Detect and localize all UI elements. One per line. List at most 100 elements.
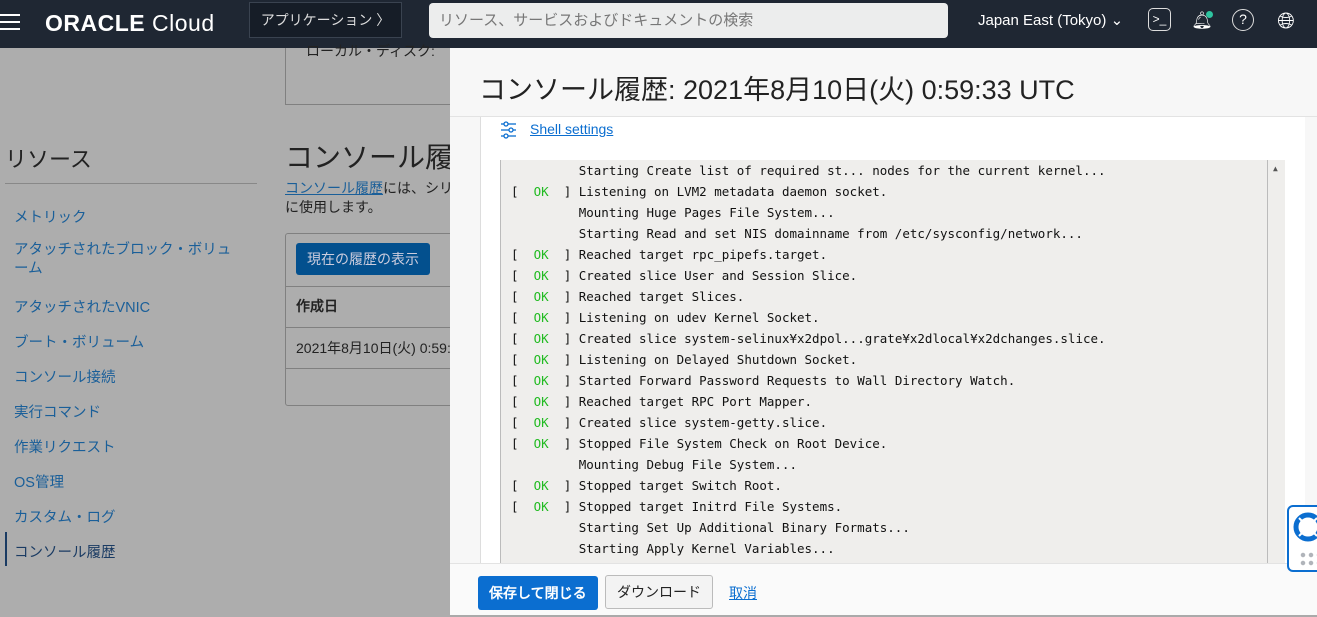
log-line: Mounting Huge Pages File System... [501, 202, 1285, 223]
scrollbar[interactable]: ▲ [1267, 160, 1285, 563]
cloud-shell-icon[interactable]: >_ [1148, 8, 1171, 31]
drag-handle-icon[interactable] [1299, 551, 1317, 567]
bracket: ] [548, 184, 579, 199]
bracket: [ [511, 310, 534, 325]
log-text: Reached target rpc_pipefs.target. [578, 247, 828, 262]
log-text: Listening on Delayed Shutdown Socket. [578, 352, 858, 367]
bracket: ] [548, 394, 579, 409]
nav-run-command[interactable]: 実行コマンド [14, 401, 101, 422]
log-text: Stopped target Initrd File Systems. [578, 499, 843, 514]
log-text: Starting Read and set NIS domainname fro… [578, 226, 1083, 241]
console-output[interactable]: Starting Create list of required st... n… [500, 160, 1285, 563]
nav-metrics[interactable]: メトリック [14, 206, 87, 227]
nav-vnics[interactable]: アタッチされたVNIC [14, 296, 150, 317]
sliders-icon [501, 121, 516, 139]
panel-title: コンソール履歴: 2021年8月10日(火) 0:59:33 UTC [479, 75, 1075, 105]
ok-status: OK [533, 352, 549, 367]
log-text: Starting Set Up Additional Binary Format… [578, 520, 910, 535]
log-line: [ OK ] Listening on udev Kernel Socket. [501, 307, 1285, 328]
chevron-down-icon: ⌄ [1110, 12, 1124, 29]
bracket: ] [548, 415, 579, 430]
bracket: ] [548, 268, 579, 283]
bracket: ] [548, 310, 579, 325]
top-header: ORACLE Cloud アプリケーション 〉 リソース、サービスおよびドキュメ… [0, 0, 1317, 48]
cancel-link[interactable]: 取消 [729, 583, 757, 603]
bracket: [ [511, 184, 534, 199]
region-label: Japan East (Tokyo) [978, 12, 1107, 29]
nav-boot-volume[interactable]: ブート・ボリューム [14, 331, 144, 352]
lifebuoy-icon [1293, 512, 1317, 542]
log-line: [ OK ] Listening on LVM2 metadata daemon… [501, 181, 1285, 202]
search-input[interactable]: リソース、サービスおよびドキュメントの検索 [429, 3, 948, 38]
bracket: ] [548, 373, 579, 388]
ok-status: OK [533, 310, 549, 325]
panel-footer: 保存して閉じる ダウンロード 取消 [450, 563, 1317, 617]
help-icon[interactable]: ? [1232, 9, 1254, 31]
bracket: [ [511, 352, 534, 367]
log-text: Listening on udev Kernel Socket. [578, 310, 820, 325]
ok-status: OK [533, 373, 549, 388]
log-text: Mounting Huge Pages File System... [578, 205, 835, 220]
log-line: [ OK ] Created slice system-getty.slice. [501, 412, 1285, 433]
bracket: ] [548, 352, 579, 367]
log-line: Starting Set Up Additional Binary Format… [501, 517, 1285, 538]
ok-status: OK [533, 415, 549, 430]
show-current-history-button[interactable]: 現在の履歴の表示 [296, 243, 430, 275]
ok-status: OK [533, 478, 549, 493]
log-text: Starting Create list of required st... n… [578, 163, 1106, 178]
save-and-close-button[interactable]: 保存して閉じる [478, 576, 598, 610]
nav-console-connection[interactable]: コンソール接続 [14, 366, 116, 387]
desc-text: には、シリ [383, 180, 453, 196]
log-line: Mounting Debug File System... [501, 454, 1285, 475]
log-text: Started Forward Password Requests to Wal… [578, 373, 1016, 388]
nav-os-management[interactable]: OS管理 [14, 471, 64, 492]
log-line: [ OK ] Listening on Delayed Shutdown Soc… [501, 349, 1285, 370]
ok-status: OK [533, 436, 549, 451]
scroll-up-arrow-icon[interactable]: ▲ [1273, 164, 1278, 173]
divider [5, 183, 257, 184]
bracket: ] [548, 436, 579, 451]
bracket: [ [511, 331, 534, 346]
page-description: コンソール履歴には、シリ に使用します。 [285, 179, 453, 217]
oracle-cloud-logo[interactable]: ORACLE Cloud [45, 10, 215, 37]
ok-status: OK [533, 394, 549, 409]
log-line: [ OK ] Reached target Slices. [501, 286, 1285, 307]
column-header-created: 作成日 [296, 298, 338, 314]
bracket: [ [511, 289, 534, 304]
bracket: [ [511, 478, 534, 493]
notification-bell-icon[interactable]: 🔔︎ [1189, 9, 1215, 35]
log-line: [ OK ] Stopped File System Check on Root… [501, 433, 1285, 454]
log-text: Mounting Debug File System... [578, 457, 797, 472]
log-text: Created slice system-selinux¥x2dpol...gr… [578, 331, 1106, 346]
bracket: [ [511, 394, 534, 409]
download-button[interactable]: ダウンロード [605, 575, 713, 609]
bracket: [ [511, 373, 534, 388]
nav-console-history[interactable]: コンソール履歴 [14, 541, 116, 562]
log-line: Starting Apply Kernel Variables... [501, 538, 1285, 559]
log-line: [ OK ] Created slice system-selinux¥x2dp… [501, 328, 1285, 349]
ok-status: OK [533, 499, 549, 514]
menu-icon[interactable] [0, 14, 20, 32]
background-page: ローカル・ディスク: リソース メトリック アタッチされたブロック・ボリューム … [0, 44, 499, 617]
applications-button[interactable]: アプリケーション 〉 [249, 2, 402, 38]
nav-block-volumes[interactable]: アタッチされたブロック・ボリューム [14, 241, 239, 279]
console-history-panel: コンソール履歴: 2021年8月10日(火) 0:59:33 UTC Shell… [450, 48, 1317, 617]
shell-settings-link[interactable]: Shell settings [530, 121, 613, 137]
log-line: Starting Read and set NIS domainname fro… [501, 223, 1285, 244]
console-history-link[interactable]: コンソール履歴 [285, 180, 383, 196]
globe-language-icon[interactable]: 🌐︎ [1273, 9, 1299, 35]
ok-status: OK [533, 331, 549, 346]
nav-custom-logs[interactable]: カスタム・ログ [14, 506, 116, 527]
log-line: Starting Create list of required st... n… [501, 160, 1285, 181]
region-selector[interactable]: Japan East (Tokyo) ⌄ [978, 11, 1123, 29]
log-text: Created slice system-getty.slice. [578, 415, 828, 430]
nav-work-requests[interactable]: 作業リクエスト [14, 436, 116, 457]
ok-status: OK [533, 289, 549, 304]
log-line: [ OK ] Reached target RPC Port Mapper. [501, 391, 1285, 412]
bracket: ] [548, 499, 579, 514]
bracket: ] [548, 247, 579, 262]
help-widget[interactable] [1287, 505, 1317, 572]
